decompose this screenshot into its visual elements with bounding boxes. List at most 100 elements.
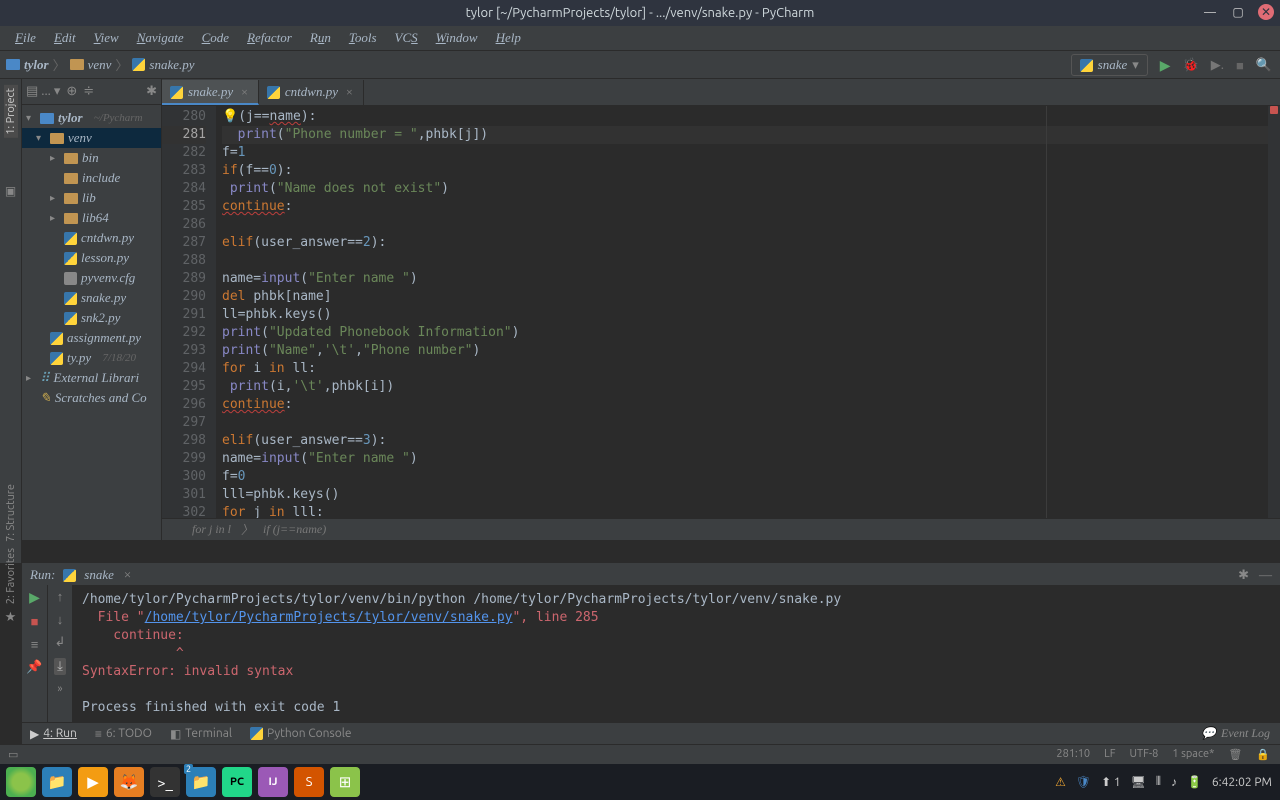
tree-item[interactable]: ty.py xyxy=(67,350,91,366)
breadcrumb-dir[interactable]: venv xyxy=(88,57,112,73)
bottom-tab-run[interactable]: ▶ 4: Run xyxy=(30,727,77,741)
menu-run[interactable]: Run xyxy=(303,28,338,48)
breadcrumb-item[interactable]: for j in l xyxy=(192,522,231,537)
soft-wrap-icon[interactable]: ↲ xyxy=(55,635,66,650)
taskbar-intellij[interactable]: IJ xyxy=(258,767,288,797)
status-left-icon[interactable]: ▭ xyxy=(8,748,18,761)
tree-item[interactable]: bin xyxy=(82,150,99,166)
editor-tab-cntdwn[interactable]: cntdwn.py× xyxy=(259,80,364,105)
caret-position[interactable]: 281:10 xyxy=(1056,748,1090,761)
up-stack-icon[interactable]: ↑ xyxy=(57,589,64,604)
file-encoding[interactable]: UTF-8 xyxy=(1130,748,1159,761)
code-area[interactable]: 2802812822832842852862872882892902912922… xyxy=(162,106,1280,518)
project-tool-tab[interactable]: 1: Project xyxy=(4,85,18,138)
taskbar-pycharm[interactable]: PC xyxy=(222,767,252,797)
taskbar-files2[interactable]: 📁2 xyxy=(186,767,216,797)
bottom-tab-terminal[interactable]: ◧ Terminal xyxy=(170,727,232,741)
menu-help[interactable]: Help xyxy=(489,28,528,48)
tray-network-icon[interactable]: ⫴ xyxy=(1156,775,1161,789)
tree-item[interactable]: assignment.py xyxy=(67,330,141,346)
collapse-icon[interactable]: ≑ xyxy=(83,84,94,99)
bottom-tab-pyconsole[interactable]: Python Console xyxy=(250,727,352,740)
bottom-tab-todo[interactable]: ≡ 6: TODO xyxy=(95,727,152,741)
tree-item[interactable]: lesson.py xyxy=(81,250,129,266)
menu-tools[interactable]: Tools xyxy=(342,28,384,48)
menu-window[interactable]: Window xyxy=(429,28,485,48)
run-config-selector[interactable]: snake ▾ xyxy=(1071,54,1148,76)
run-button[interactable]: ▶ xyxy=(1160,57,1171,74)
taskbar-firefox[interactable]: 🦊 xyxy=(114,767,144,797)
tree-item[interactable]: snk2.py xyxy=(81,310,120,326)
pin-button[interactable]: 📌 xyxy=(26,660,42,675)
minimize-button[interactable]: — xyxy=(1202,4,1218,20)
memory-icon[interactable]: 🗑 xyxy=(1228,748,1242,761)
stop-run-button[interactable]: ■ xyxy=(31,614,39,629)
more-icon[interactable]: » xyxy=(57,683,62,695)
structure-tool-tab[interactable]: 7: Structure xyxy=(5,484,17,542)
tree-item[interactable]: lib64 xyxy=(82,210,109,226)
tree-item[interactable]: cntdwn.py xyxy=(81,230,134,246)
code-content[interactable]: 💡(j==name): print("Phone number = ",phbk… xyxy=(216,106,1280,518)
lock-icon[interactable]: 🔒 xyxy=(1256,748,1270,761)
taskbar-media[interactable]: ▶ xyxy=(78,767,108,797)
tree-item[interactable]: lib xyxy=(82,190,96,206)
project-tree[interactable]: ▾tylor ~/Pycharm ▾venv ▸bin include ▸lib… xyxy=(22,105,161,411)
indent-info[interactable]: 1 space* xyxy=(1172,748,1214,761)
close-tab-icon[interactable]: × xyxy=(346,85,353,100)
menu-file[interactable]: File xyxy=(8,28,43,48)
line-separator[interactable]: LF xyxy=(1104,748,1115,761)
tray-clock[interactable]: 6:42:02 PM xyxy=(1212,776,1272,789)
menu-refactor[interactable]: Refactor xyxy=(240,28,299,48)
taskbar-app[interactable]: ⊞ xyxy=(330,767,360,797)
error-file-link[interactable]: /home/tylor/PycharmProjects/tylor/venv/s… xyxy=(145,610,513,625)
console-output[interactable]: /home/tylor/PycharmProjects/tylor/venv/b… xyxy=(72,585,1280,723)
debug-button[interactable]: 🐞 xyxy=(1183,58,1199,73)
favorites-tool-tab[interactable]: 2: Favorites xyxy=(5,548,17,604)
layout-button[interactable]: ≡ xyxy=(31,637,39,652)
stop-button[interactable]: ■ xyxy=(1236,58,1244,73)
tray-shield-icon[interactable]: 🛡 xyxy=(1076,775,1091,789)
error-stripe[interactable] xyxy=(1268,106,1280,518)
editor-tab-snake[interactable]: snake.py× xyxy=(162,80,259,105)
close-button[interactable]: ✕ xyxy=(1258,4,1274,20)
tree-item[interactable]: include xyxy=(82,170,120,186)
tray-battery-icon[interactable]: 🔋 xyxy=(1187,775,1202,789)
search-everywhere-button[interactable]: 🔍 xyxy=(1256,58,1272,73)
close-tab-icon[interactable]: × xyxy=(241,85,248,100)
settings-icon[interactable]: ✱ xyxy=(146,84,157,99)
down-stack-icon[interactable]: ↓ xyxy=(57,612,64,627)
breadcrumb-root[interactable]: tylor xyxy=(24,57,49,73)
run-minimize-icon[interactable]: — xyxy=(1259,567,1272,583)
tree-venv[interactable]: venv xyxy=(68,130,92,146)
run-coverage-button[interactable]: ▶. xyxy=(1211,58,1224,73)
favorites-star-icon[interactable]: ★ xyxy=(0,610,21,625)
breadcrumb-item[interactable]: if (j==name) xyxy=(263,522,326,537)
menu-edit[interactable]: Edit xyxy=(47,28,83,48)
taskbar-terminal[interactable]: >_ xyxy=(150,767,180,797)
event-log-button[interactable]: 💬 Event Log xyxy=(1201,726,1270,741)
menu-navigate[interactable]: Navigate xyxy=(130,28,191,48)
project-view-combo[interactable]: ▤ ... ▾ xyxy=(26,84,60,99)
tree-root[interactable]: tylor xyxy=(58,110,83,126)
tray-music-icon[interactable]: ♪ xyxy=(1171,775,1177,789)
tree-item[interactable]: snake.py xyxy=(81,290,126,306)
tree-external-libs[interactable]: External Librari xyxy=(54,370,140,386)
taskbar-files[interactable]: 📁 xyxy=(42,767,72,797)
maximize-button[interactable]: ▢ xyxy=(1230,4,1246,20)
menu-view[interactable]: View xyxy=(87,28,126,48)
rerun-button[interactable]: ▶ xyxy=(29,589,40,606)
tray-warning-icon[interactable]: ⚠ xyxy=(1055,775,1066,789)
tree-scratches[interactable]: Scratches and Co xyxy=(55,390,147,406)
taskbar-sublime[interactable]: S xyxy=(294,767,324,797)
scroll-end-icon[interactable]: ⤓ xyxy=(54,658,66,675)
locate-icon[interactable]: ⊕ xyxy=(66,84,77,99)
tray-display-icon[interactable]: 🖥 xyxy=(1131,775,1146,789)
breadcrumb-file[interactable]: snake.py xyxy=(149,57,194,73)
bookmark-icon[interactable]: ▣ xyxy=(0,184,21,198)
run-settings-icon[interactable]: ✱ xyxy=(1238,567,1249,583)
menu-code[interactable]: Code xyxy=(195,28,236,48)
tray-updates-icon[interactable]: ⬆ 1 xyxy=(1101,775,1121,789)
start-menu-button[interactable] xyxy=(6,767,36,797)
menu-vcs[interactable]: VCS xyxy=(388,28,425,48)
tree-item[interactable]: pyvenv.cfg xyxy=(81,270,135,286)
